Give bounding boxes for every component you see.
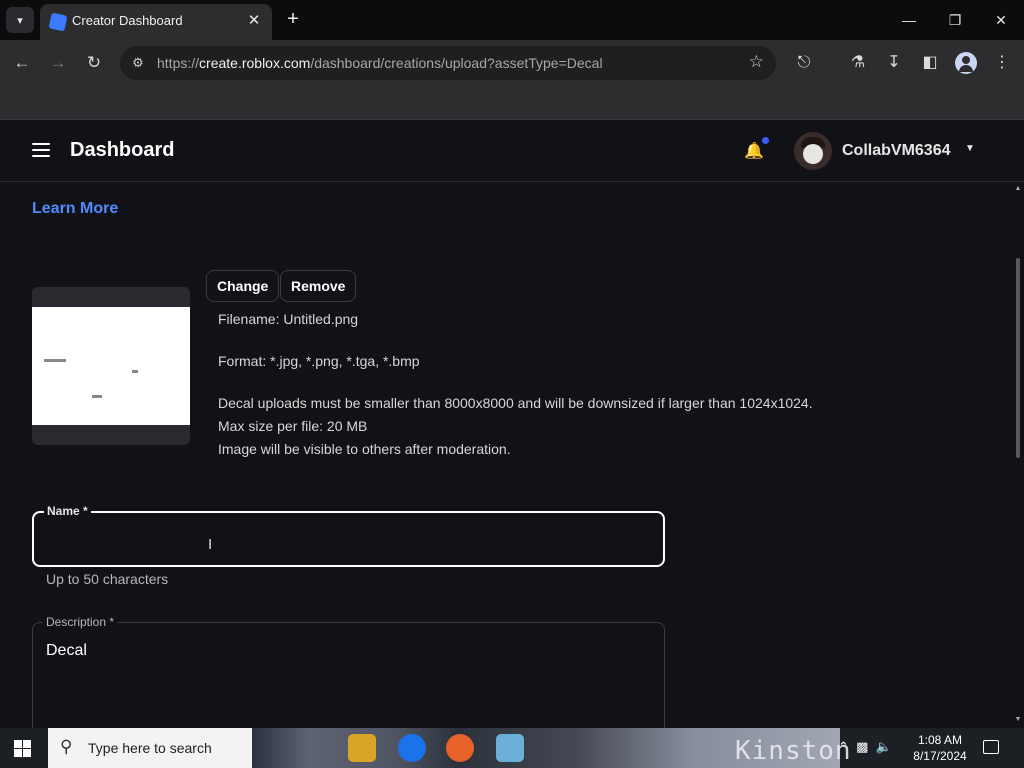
profile-icon[interactable] (955, 52, 977, 74)
name-field[interactable]: Name * I (32, 504, 665, 567)
windows-start-icon[interactable] (14, 740, 31, 757)
page-content: Dashboard 🔔 CollabVM6364 ▼ Learn More Ch… (0, 121, 1024, 728)
close-window-button[interactable]: ✕ (981, 6, 1021, 34)
clock-time: 1:08 AM (917, 733, 963, 747)
browser-menu-icon[interactable]: ⋮ (990, 51, 1014, 75)
downloads-icon[interactable]: ↧ (882, 51, 906, 75)
avatar[interactable] (794, 132, 832, 170)
size-note-text: Decal uploads must be smaller than 8000x… (218, 395, 813, 411)
description-label: Description * (43, 615, 118, 629)
description-field[interactable]: Description * Decal (32, 615, 665, 728)
preview-thumbnail (32, 307, 190, 425)
side-panel-icon[interactable]: ◧ (918, 51, 942, 75)
clock-date: 8/17/2024 (913, 749, 967, 763)
url-text[interactable]: https://create.roblox.com/dashboard/crea… (157, 55, 603, 71)
url-path: /dashboard/creations/upload?assetType=De… (310, 55, 603, 71)
bookmarks-bar (0, 86, 1024, 120)
notification-bell-icon[interactable]: 🔔 (744, 141, 766, 163)
extensions-icon[interactable]: ⎋ (792, 51, 816, 75)
name-helper-text: Up to 50 characters (46, 571, 169, 587)
tab-title: Creator Dashboard (72, 13, 183, 28)
labs-flask-icon[interactable]: ⚗ (846, 51, 870, 75)
search-placeholder: Type here to search (88, 740, 212, 756)
bookmark-star-icon[interactable]: ☆ (749, 52, 764, 72)
chevron-down-icon[interactable]: ▼ (965, 143, 975, 154)
tab-search-button[interactable]: ▾ (6, 7, 34, 33)
username[interactable]: CollabVM6364 (842, 142, 950, 160)
roblox-favicon-icon (48, 12, 68, 32)
visibility-note-text: Image will be visible to others after mo… (218, 441, 511, 457)
taskbar-clock[interactable]: 1:08 AM 8/17/2024 (910, 732, 970, 764)
browser-toolbar: ← → ↻ ⚙ https://create.roblox.com/dashbo… (0, 40, 1024, 86)
notification-dot (762, 137, 769, 144)
scroll-thumb[interactable] (1016, 258, 1020, 458)
paint-icon[interactable] (496, 734, 524, 762)
url-scheme: https:// (157, 55, 200, 71)
windows-taskbar: Kinston ⚲ Type here to search ⌃ ▩ 🔈 1:08… (0, 728, 1024, 768)
taskbar-search[interactable]: ⚲ Type here to search (48, 728, 252, 768)
firefox-icon[interactable] (446, 734, 474, 762)
wallpaper-text: Kinston (735, 736, 852, 766)
scroll-down-icon[interactable]: ▼ (1014, 716, 1022, 724)
browser-tab-bar: ▾ Creator Dashboard ✕ + — ❐ ✕ (0, 0, 1024, 40)
forward-button[interactable]: → (46, 51, 70, 75)
format-text: Format: *.jpg, *.png, *.tga, *.bmp (218, 353, 420, 369)
name-label: Name * (44, 504, 91, 518)
site-info-icon[interactable]: ⚙ (128, 53, 148, 73)
search-icon: ⚲ (60, 737, 73, 756)
text-cursor-icon: I (208, 536, 213, 553)
restore-button[interactable]: ❐ (935, 6, 975, 34)
minimize-button[interactable]: — (889, 6, 929, 34)
page-scrollbar[interactable]: ▲ ▼ (1012, 182, 1024, 728)
url-host: create.roblox.com (199, 55, 311, 71)
notification-center-icon[interactable] (983, 740, 999, 754)
close-tab-icon[interactable]: ✕ (244, 11, 264, 31)
scroll-up-icon[interactable]: ▲ (1014, 185, 1022, 193)
max-size-text: Max size per file: 20 MB (218, 418, 368, 434)
learn-more-link[interactable]: Learn More (32, 200, 118, 218)
filename-text: Filename: Untitled.png (218, 311, 359, 327)
new-tab-button[interactable]: + (282, 8, 304, 30)
reload-button[interactable]: ↻ (82, 51, 106, 75)
browser-tab[interactable]: Creator Dashboard ✕ (40, 4, 272, 40)
system-tray-icons[interactable]: ⌃ ▩ 🔈 (838, 739, 892, 755)
page-title: Dashboard (70, 139, 175, 161)
image-preview (32, 287, 190, 445)
dashboard-header: Dashboard 🔔 CollabVM6364 ▼ (0, 121, 1024, 182)
chrome-icon[interactable] (398, 734, 426, 762)
back-button[interactable]: ← (10, 51, 34, 75)
change-button[interactable]: Change (206, 270, 280, 302)
menu-icon[interactable] (32, 143, 50, 159)
address-bar[interactable]: ⚙ https://create.roblox.com/dashboard/cr… (120, 46, 776, 80)
description-value: Decal (46, 642, 87, 659)
remove-button[interactable]: Remove (280, 270, 357, 302)
file-explorer-icon[interactable] (348, 734, 376, 762)
